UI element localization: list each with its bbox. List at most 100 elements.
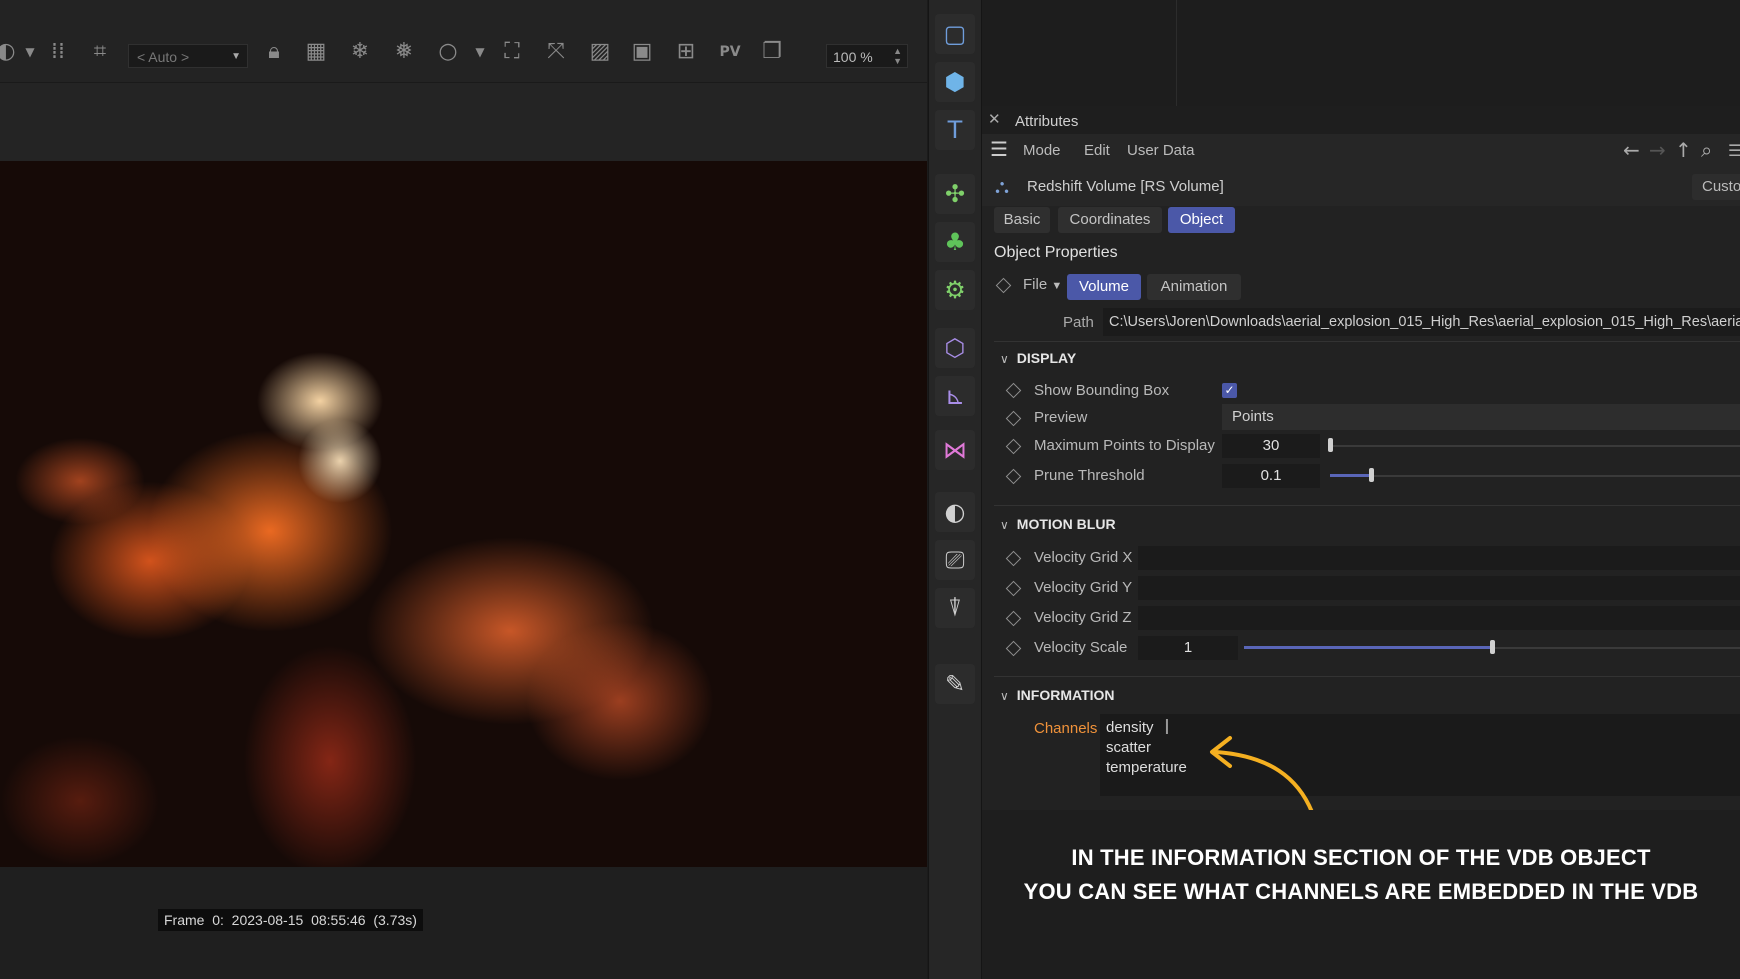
effector-tool-icon[interactable]: ⋈: [935, 430, 975, 470]
attributes-title: Attributes: [1015, 113, 1079, 130]
display-heading: DISPLAY: [1016, 350, 1077, 366]
max-points-slider-track[interactable]: [1330, 445, 1740, 447]
tab-basic[interactable]: Basic: [994, 207, 1050, 233]
zoom-field[interactable]: 100 % ▲ ▼: [826, 44, 908, 68]
render-toolbar: ◐ ▼ ⁞⁞ ⌗ < Auto > ▼ 🔒︎ ▦ ❄ ❅ ○ ▼ ⛶ ⤧ ▨ ▣…: [0, 0, 927, 83]
menu-user-data[interactable]: User Data: [1127, 142, 1195, 159]
text-cursor-icon: Ⅰ: [1164, 715, 1170, 739]
circle-icon[interactable]: ○: [434, 38, 462, 66]
velocity-scale-slider-handle[interactable]: [1490, 640, 1495, 654]
object-title: Redshift Volume [RS Volume]: [1027, 178, 1224, 195]
render-statusbar: [0, 867, 927, 979]
generator-tool-icon[interactable]: ✣: [935, 174, 975, 214]
lock-icon[interactable]: 🔒︎: [260, 38, 288, 66]
annotation-arrow-icon: [1210, 736, 1314, 814]
chevron-down-icon: ▼: [231, 51, 241, 62]
show-bounding-box-label: Show Bounding Box: [1034, 382, 1170, 399]
velocity-scale-field[interactable]: 1: [1138, 636, 1238, 660]
close-icon[interactable]: ✕: [988, 110, 1001, 128]
prune-threshold-slider-fill: [1330, 474, 1371, 477]
stepper-icon[interactable]: ▲ ▼: [893, 46, 902, 66]
forward-arrow-icon[interactable]: →: [1649, 138, 1666, 162]
pv-icon[interactable]: PV: [716, 38, 744, 66]
deformer-tool-icon[interactable]: ⬡: [935, 328, 975, 368]
add-icon[interactable]: ⊞: [672, 38, 700, 66]
up-arrow-icon[interactable]: ↑: [1675, 138, 1692, 162]
hatch-icon[interactable]: ▨: [586, 38, 614, 66]
tab-coordinates[interactable]: Coordinates: [1058, 207, 1162, 233]
information-group-header[interactable]: ∨ INFORMATION: [1000, 687, 1115, 703]
max-points-label: Maximum Points to Display: [1034, 437, 1215, 454]
snowflake-icon[interactable]: ❄: [346, 38, 374, 66]
copy-icon[interactable]: ❐: [758, 38, 786, 66]
subtab-animation[interactable]: Animation: [1147, 274, 1241, 300]
chevron-down-icon: ∨: [1000, 352, 1009, 366]
filter-icon[interactable]: ☰: [1728, 141, 1740, 160]
tab-object[interactable]: Object: [1168, 207, 1235, 233]
transform-tool-icon[interactable]: ⊾: [935, 376, 975, 416]
back-arrow-icon[interactable]: ←: [1623, 138, 1640, 162]
snowflake-g-icon[interactable]: ❅: [390, 38, 418, 66]
light-tool-icon[interactable]: ⍒: [935, 588, 975, 628]
chevron-down-icon: ∨: [1000, 518, 1009, 532]
menu-mode[interactable]: Mode: [1023, 142, 1061, 159]
show-bounding-box-checkbox[interactable]: ✓: [1222, 383, 1237, 398]
subtab-volume[interactable]: Volume: [1067, 274, 1141, 300]
information-heading: INFORMATION: [1016, 687, 1115, 703]
chevron-down-icon: ▼: [1051, 280, 1063, 292]
camera-tool-icon[interactable]: ⎚: [935, 540, 975, 580]
frame-info: Frame 0: 2023-08-15 08:55:46 (3.73s): [158, 909, 423, 931]
prune-threshold-field[interactable]: 0.1: [1222, 464, 1320, 488]
search-icon[interactable]: ⌕: [1701, 138, 1712, 162]
max-points-field[interactable]: 30: [1222, 434, 1320, 458]
channels-list: [1100, 714, 1740, 796]
menu-edit[interactable]: Edit: [1084, 142, 1110, 159]
camera-select[interactable]: < Auto > ▼: [128, 44, 248, 68]
grid-dots-icon[interactable]: ⁞⁞: [44, 38, 72, 66]
prune-threshold-slider-track[interactable]: [1330, 475, 1740, 477]
fit-icon[interactable]: ⤧: [542, 38, 570, 66]
velocity-grid-x-field[interactable]: [1138, 546, 1740, 570]
file-dropdown[interactable]: File ▼: [1023, 276, 1062, 293]
motion-blur-group-header[interactable]: ∨ MOTION BLUR: [1000, 516, 1116, 532]
prune-threshold-slider-handle[interactable]: [1369, 468, 1374, 482]
velocity-grid-z-field[interactable]: [1138, 606, 1740, 630]
cloner-tool-icon[interactable]: ♣: [935, 222, 975, 262]
explosion-render-image: [0, 161, 927, 867]
hamburger-menu-icon[interactable]: ☰: [990, 140, 1008, 160]
max-points-slider-handle[interactable]: [1328, 438, 1333, 452]
divider: [994, 505, 1740, 506]
divider: [994, 676, 1740, 677]
preview-label: Preview: [1034, 409, 1088, 426]
cube-tool-icon[interactable]: ⬢: [935, 62, 975, 102]
caption-line-2: YOU CAN SEE WHAT CHANNELS ARE EMBEDDED I…: [1023, 879, 1699, 904]
grid-icon[interactable]: ▦: [302, 38, 330, 66]
text-tool-icon[interactable]: T: [935, 110, 975, 150]
volume-object-icon: ⛬: [995, 174, 1009, 198]
rectangle-tool-icon[interactable]: ▢: [935, 14, 975, 54]
velocity-scale-label: Velocity Scale: [1034, 639, 1128, 656]
gear-tool-icon[interactable]: ⚙: [935, 270, 975, 310]
channel-item: scatter: [1106, 739, 1152, 756]
channel-item: density: [1106, 719, 1154, 736]
toolbar-subbar: [0, 83, 927, 161]
attributes-header: [982, 106, 1740, 134]
velocity-grid-y-field[interactable]: [1138, 576, 1740, 600]
region-icon[interactable]: ⛶: [498, 38, 526, 66]
preview-select[interactable]: Points: [1222, 404, 1740, 430]
custom-button[interactable]: Custo: [1692, 174, 1740, 200]
edit-tool-icon[interactable]: ✎: [935, 664, 975, 704]
chevron-down-icon: ∨: [1000, 689, 1009, 703]
velocity-grid-z-label: Velocity Grid Z: [1034, 609, 1132, 626]
display-group-header[interactable]: ∨ DISPLAY: [1000, 350, 1076, 366]
panel-top-area: [982, 0, 1740, 106]
crop-icon[interactable]: ⌗: [86, 38, 114, 66]
section-title: Object Properties: [994, 244, 1118, 261]
dropdown-caret-icon[interactable]: ▼: [466, 38, 494, 66]
divider: [1176, 0, 1177, 106]
path-field[interactable]: C:\Users\Joren\Downloads\aerial_explosio…: [1103, 308, 1740, 336]
environment-tool-icon[interactable]: ◐: [935, 492, 975, 532]
image-icon[interactable]: ▣: [628, 38, 656, 66]
tool-palette: ▢ ⬢ T ✣ ♣ ⚙ ⬡ ⊾ ⋈ ◐ ⎚ ⍒ ✎: [928, 0, 982, 979]
dropdown-caret-icon[interactable]: ▼: [16, 38, 44, 66]
